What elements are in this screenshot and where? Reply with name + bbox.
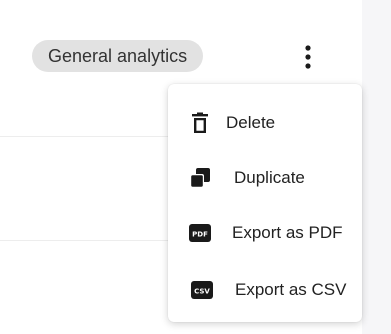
category-tag[interactable]: General analytics: [32, 40, 204, 72]
page: General analytics Delete Duplicate PDF E…: [0, 0, 391, 334]
menu-item-delete[interactable]: Delete: [168, 103, 362, 143]
trash-icon: [188, 111, 212, 135]
row-divider: [0, 136, 168, 137]
duplicate-icon: [188, 166, 212, 190]
menu-item-label: Export as CSV: [235, 280, 347, 299]
svg-text:PDF: PDF: [192, 231, 208, 239]
pdf-icon: PDF: [188, 221, 212, 245]
menu-item-label: Export as PDF: [232, 223, 343, 242]
menu-item-export-pdf[interactable]: PDF Export as PDF: [168, 213, 362, 253]
menu-item-label: Duplicate: [234, 168, 305, 187]
svg-text:CSV: CSV: [194, 288, 210, 296]
row-divider: [0, 240, 168, 241]
more-vertical-icon: [305, 45, 311, 69]
menu-item-duplicate[interactable]: Duplicate: [168, 158, 362, 198]
side-panel-edge: [362, 0, 391, 334]
options-menu: Delete Duplicate PDF Export as PDF CSV E…: [168, 84, 362, 322]
more-options-button[interactable]: [296, 42, 320, 72]
csv-icon: CSV: [190, 278, 214, 302]
menu-item-export-csv[interactable]: CSV Export as CSV: [168, 270, 362, 310]
menu-item-label: Delete: [226, 113, 276, 132]
